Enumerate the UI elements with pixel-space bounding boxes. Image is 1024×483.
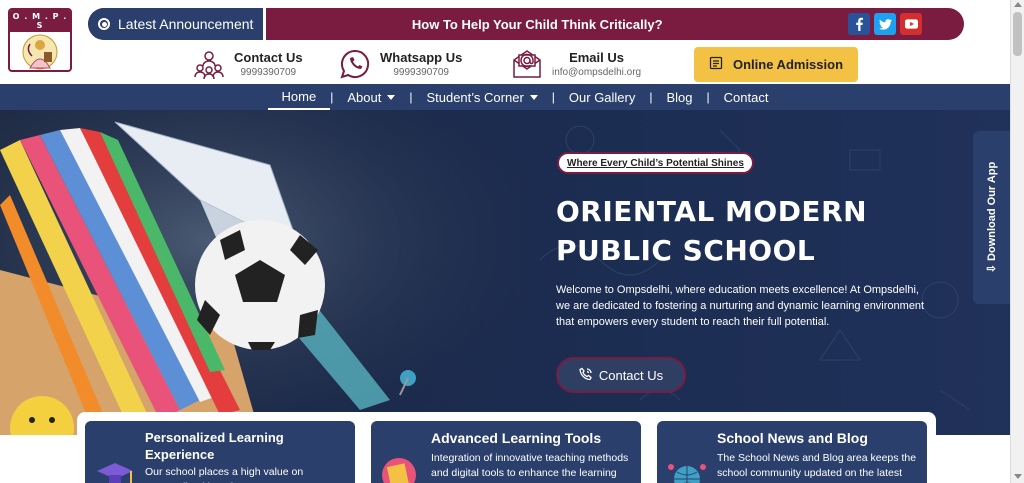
nav-students-corner-label: Student’s Corner	[426, 89, 524, 105]
contact-us-phone[interactable]: 9999390709	[241, 67, 297, 78]
email-block[interactable]: Email Us info@ompsdelhi.org	[510, 47, 641, 81]
online-admission-label: Online Admission	[732, 57, 844, 72]
feature-card-advanced-tools[interactable]: Advanced Learning Tools Integration of i…	[371, 421, 641, 483]
email-icon	[510, 47, 544, 81]
chevron-down-icon	[387, 94, 396, 100]
school-supplies-illustration	[0, 110, 520, 435]
nav-contact[interactable]: Contact	[710, 84, 783, 110]
hero-title-line1: ORIENTAL MODERN	[556, 195, 868, 228]
nav-contact-label: Contact	[723, 89, 769, 105]
hero-tagline: Where Every Child’s Potential Shines	[557, 152, 754, 174]
nav-our-gallery-label: Our Gallery	[568, 89, 636, 105]
contact-us-title: Contact Us	[234, 50, 303, 65]
nav-students-corner[interactable]: Student’s Corner	[412, 84, 551, 110]
saraswati-emblem-icon	[10, 32, 70, 70]
announcement-ticker[interactable]: How To Help Your Child Think Critically?	[266, 17, 848, 32]
email-title: Email Us	[569, 50, 624, 65]
whatsapp-phone[interactable]: 9999390709	[393, 67, 449, 78]
download-app-text: Download Our App	[986, 161, 999, 261]
download-app-tab[interactable]: ⇩ Download Our App	[973, 131, 1010, 304]
scroll-thumb[interactable]	[1013, 12, 1022, 56]
feature-card-desc: Integration of innovative teaching metho…	[431, 452, 629, 483]
nav-home[interactable]: Home	[267, 84, 331, 110]
nav-blog[interactable]: Blog	[653, 84, 707, 110]
feature-card-title: Advanced Learning Tools	[431, 430, 602, 446]
feature-card-title: Personalized Learning Experience	[145, 430, 284, 462]
vertical-scrollbar[interactable]	[1010, 0, 1024, 483]
team-people-icon	[192, 47, 226, 81]
feature-card-personalized[interactable]: Personalized Learning Experience Our sch…	[85, 421, 355, 483]
nav-about-label: About	[347, 89, 382, 105]
social-links	[848, 13, 964, 35]
main-navigation: Home | About | Student’s Corner | Our Ga…	[0, 84, 1010, 110]
whatsapp-icon	[338, 47, 372, 81]
feature-card-title: School News and Blog	[717, 430, 868, 446]
announcement-label: Latest Announcement	[88, 8, 267, 40]
form-document-icon	[709, 56, 723, 73]
globe-network-icon	[668, 464, 706, 483]
hero-title-line2: PUBLIC SCHOOL	[556, 234, 816, 267]
hero-description: Welcome to Ompsdelhi, where education me…	[556, 284, 925, 328]
feature-card-desc: The School News and Blog area keeps the …	[717, 452, 917, 483]
nav-home-label: Home	[281, 88, 317, 104]
graduation-cap-icon	[97, 463, 133, 483]
hero-title: ORIENTAL MODERN PUBLIC SCHOOL	[556, 192, 956, 270]
nav-about[interactable]: About	[333, 84, 409, 110]
contact-us-block[interactable]: Contact Us 9999390709	[192, 47, 303, 81]
school-logo[interactable]: O . M . P . S	[8, 8, 72, 72]
hero-contact-button[interactable]: Contact Us	[556, 357, 686, 393]
logo-top-text: O . M . P . S	[10, 10, 70, 32]
online-admission-button[interactable]: Online Admission	[694, 47, 858, 82]
whatsapp-block[interactable]: Whatsapp Us 9999390709	[338, 47, 462, 81]
chevron-down-icon	[529, 94, 538, 100]
hero-contact-label: Contact Us	[598, 367, 664, 383]
twitter-icon[interactable]	[874, 13, 896, 35]
announcement-label-text: Latest Announcement	[118, 16, 254, 32]
announcement-bar: Latest Announcement How To Help Your Chi…	[88, 8, 964, 40]
whatsapp-title: Whatsapp Us	[380, 50, 463, 65]
feature-card-desc: Our school places a high value on person…	[145, 466, 304, 483]
facebook-icon[interactable]	[848, 13, 870, 35]
scroll-down-arrow-icon[interactable]	[1014, 474, 1022, 479]
email-address[interactable]: info@ompsdelhi.org	[552, 67, 641, 78]
scroll-up-arrow-icon[interactable]	[1014, 2, 1022, 7]
page: O . M . P . S Latest Announcement How To…	[0, 0, 1024, 483]
download-app-label: ⇩ Download Our App	[986, 161, 999, 274]
books-icon	[382, 458, 416, 483]
broadcast-icon	[98, 18, 110, 30]
nav-blog-label: Blog	[666, 89, 693, 105]
hero-banner	[0, 110, 1010, 435]
feature-card-news-blog[interactable]: School News and Blog The School News and…	[657, 421, 927, 483]
nav-our-gallery[interactable]: Our Gallery	[555, 84, 649, 110]
phone-icon	[579, 367, 593, 384]
youtube-icon[interactable]	[900, 13, 922, 35]
